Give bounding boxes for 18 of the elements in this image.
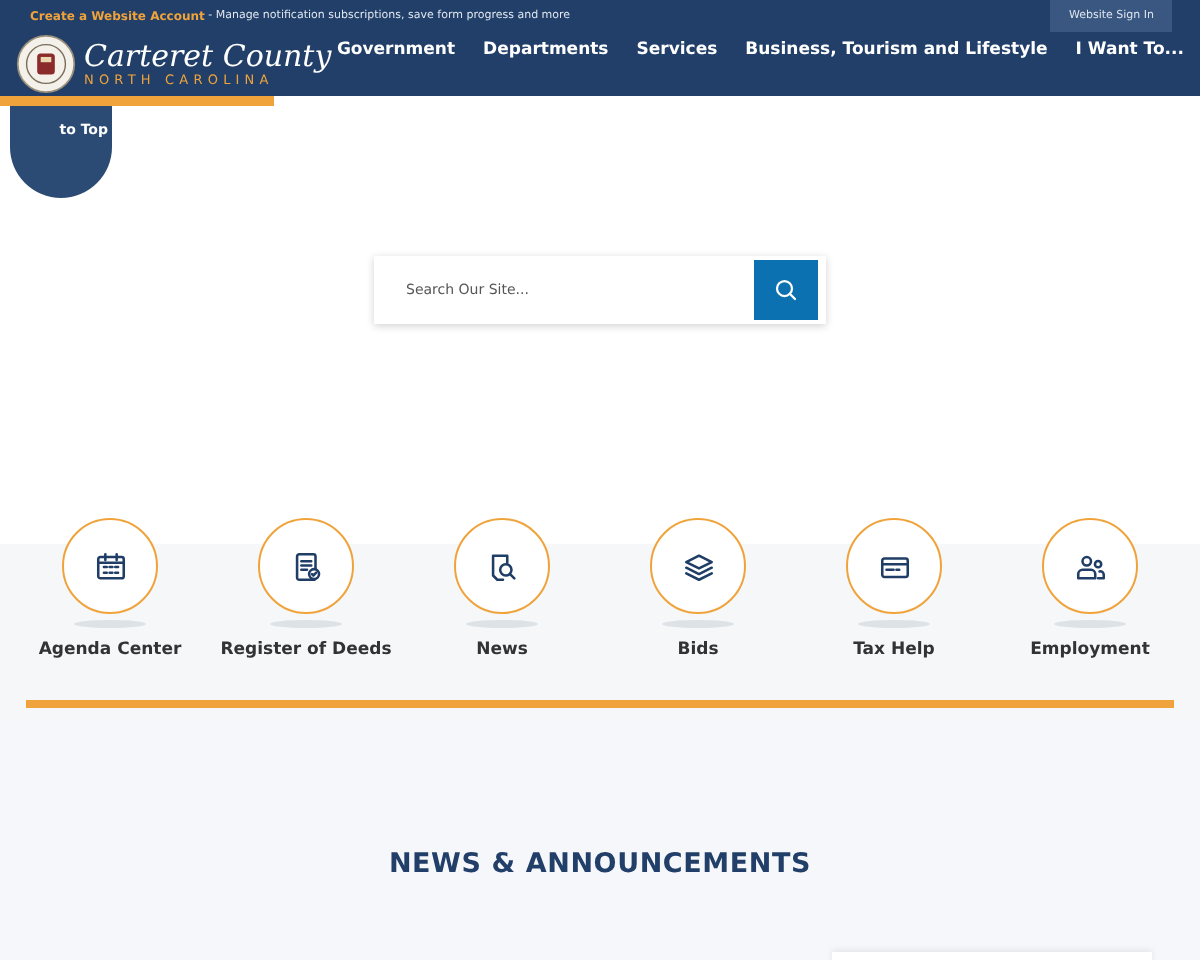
nav-item[interactable]: Business, Tourism and Lifestyle (745, 40, 1048, 60)
quick-link[interactable]: Register of Deeds (208, 518, 404, 660)
county-name[interactable]: Carteret County (84, 39, 332, 71)
quick-link[interactable]: News (404, 518, 600, 660)
nav-item[interactable]: Services (636, 40, 718, 60)
quick-link[interactable]: Bids (600, 518, 796, 660)
section-heading: NEWS & ANNOUNCEMENTS (388, 848, 812, 880)
search-icon (774, 278, 798, 302)
county-seal-logo[interactable] (16, 34, 76, 94)
quick-link[interactable]: Tax Help (796, 518, 992, 660)
quick-link[interactable]: Employment (992, 518, 1188, 660)
search-button[interactable] (754, 260, 818, 320)
nav-item[interactable]: Government (336, 40, 456, 60)
nav-item[interactable]: I Want To... (1075, 40, 1184, 60)
nav-item[interactable]: Departments (483, 40, 609, 60)
calendar-icon (93, 549, 127, 583)
layers-icon (681, 549, 715, 583)
quick-link[interactable]: Agenda Center (12, 518, 208, 660)
